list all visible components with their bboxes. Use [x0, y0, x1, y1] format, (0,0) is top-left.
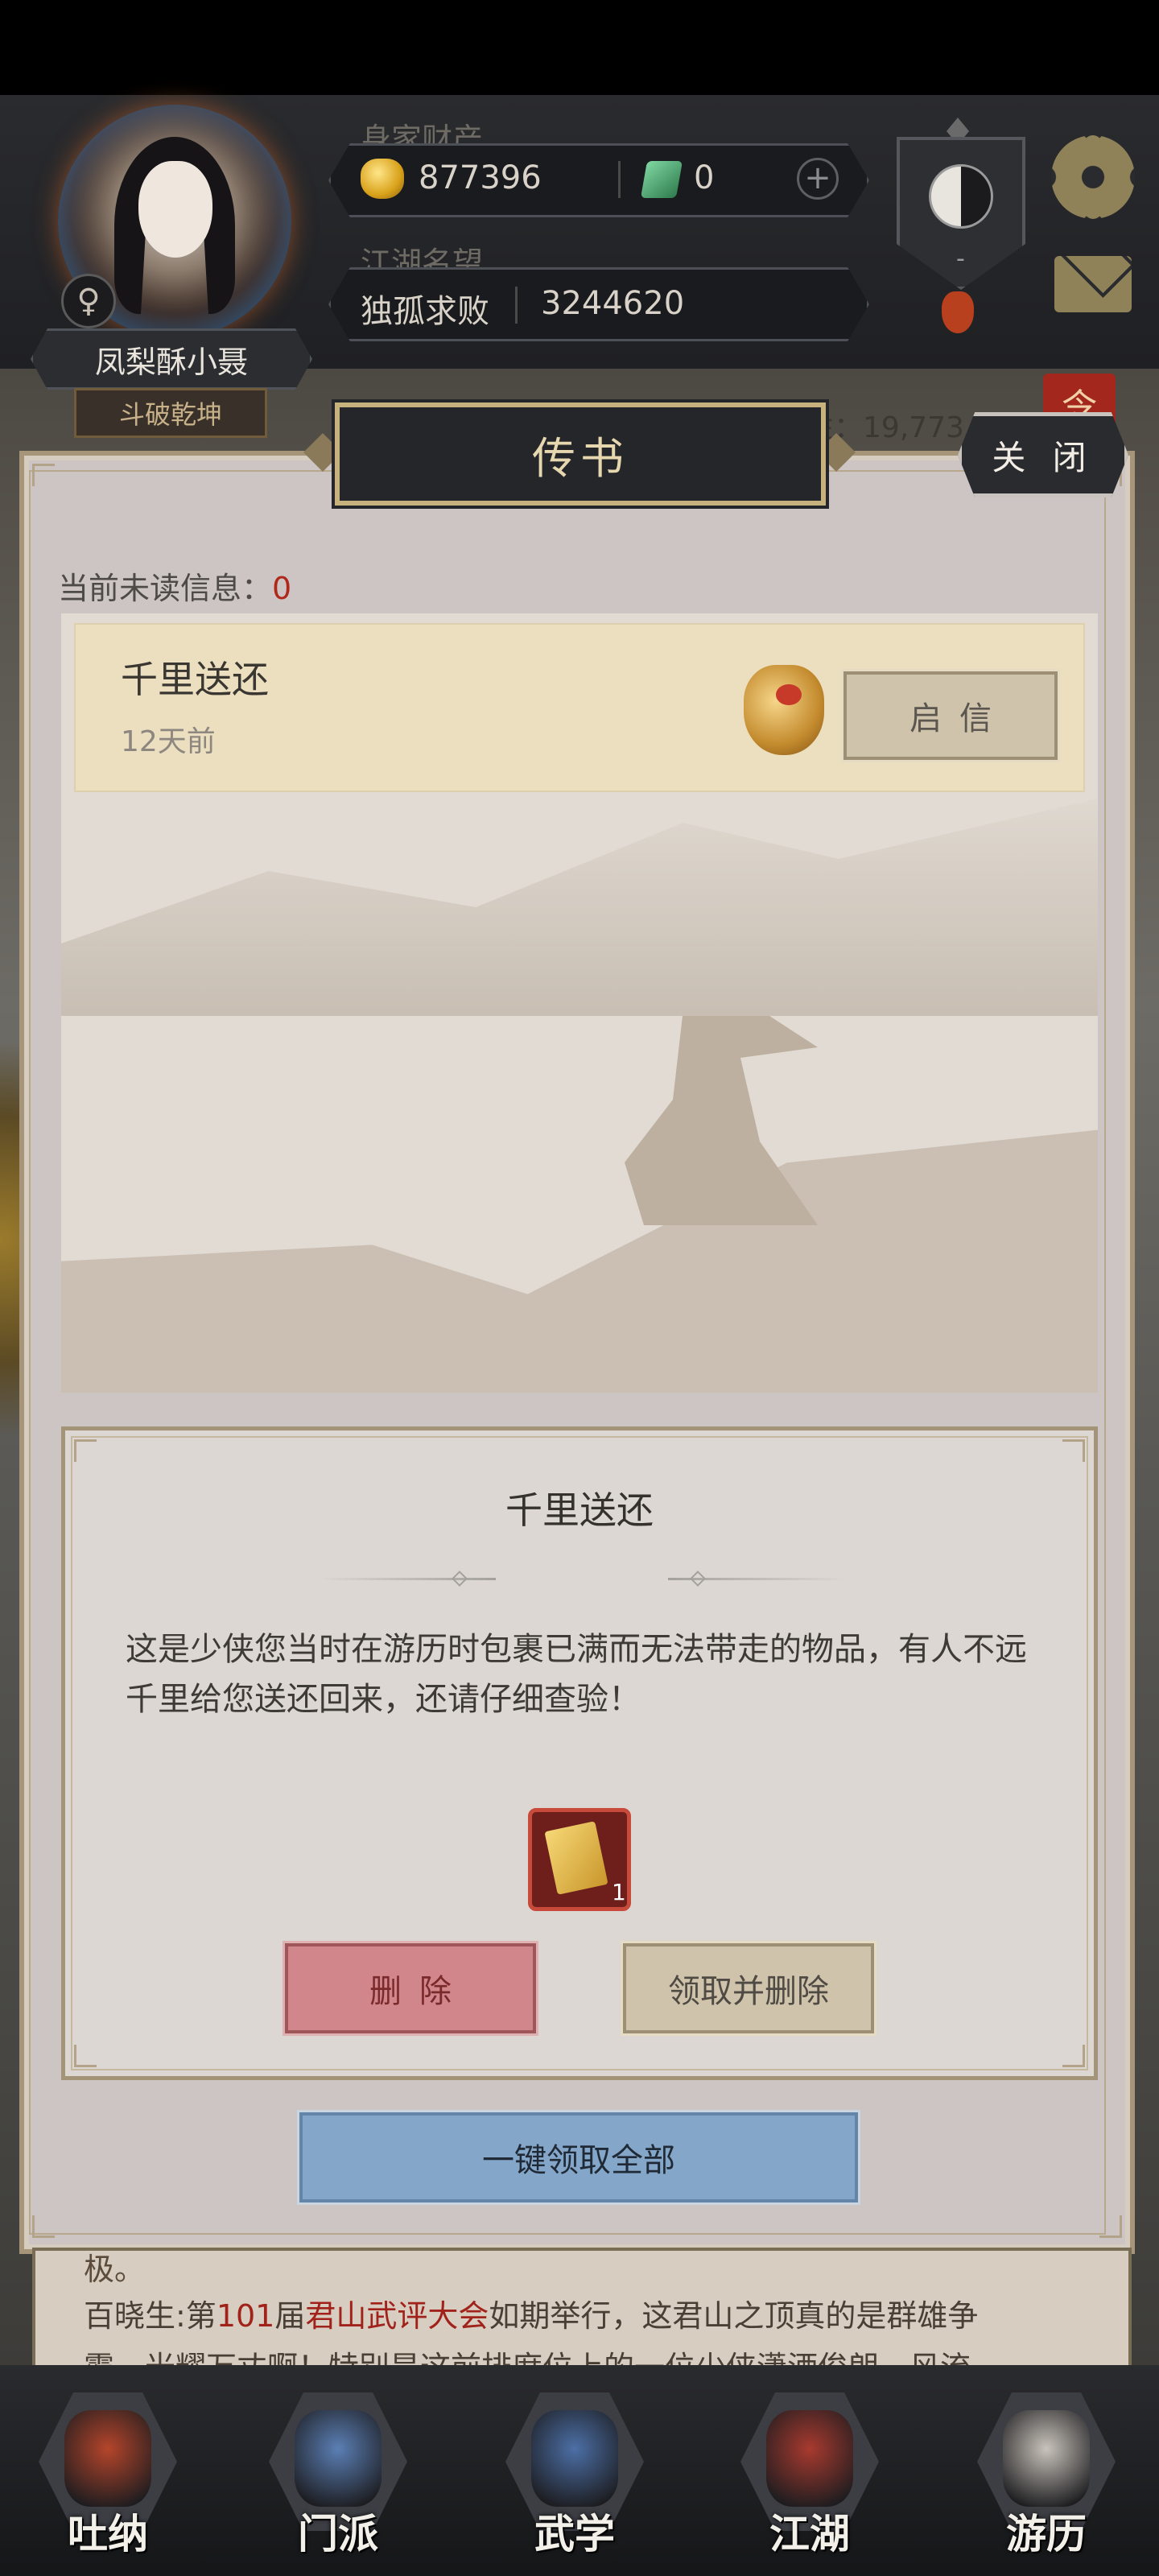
chat-session-number: 101 [216, 2298, 275, 2334]
chat-speaker: 百晓生:第 [84, 2298, 217, 2334]
delete-button[interactable]: 删除 [283, 1941, 538, 2036]
nav-label: 武学 [534, 2511, 615, 2557]
corner-ornament [1062, 2045, 1085, 2067]
fame-title: 独孤求败 [361, 293, 489, 330]
avatar-mask [138, 161, 212, 258]
add-currency-button[interactable]: + [797, 158, 839, 200]
gold-amount: 877396 [419, 159, 542, 196]
corner-ornament [74, 2045, 97, 2067]
ink-cliff-background [61, 1129, 1098, 1393]
taiji-level: - [956, 245, 965, 273]
mail-item-title: 千里送还 [121, 658, 269, 701]
dialog-title-plate: 传书 [332, 399, 829, 509]
unread-count: 0 [272, 571, 292, 606]
reward-item-count: 1 [612, 1879, 626, 1905]
player-name: 凤梨酥小聂 [31, 328, 312, 390]
close-button[interactable]: 关 闭 [958, 412, 1128, 497]
open-letter-button[interactable]: 启信 [841, 669, 1060, 762]
claim-all-button[interactable]: 一键领取全部 [297, 2110, 860, 2205]
sect-banner-icon [295, 2410, 382, 2507]
settings-gear-icon[interactable] [1051, 135, 1135, 219]
nav-item-4[interactable]: 游历 [971, 2381, 1122, 2560]
divider [515, 287, 518, 324]
chat-event-name: 君山武评大会 [305, 2298, 489, 2334]
nav-item-0[interactable]: 吐纳 [32, 2381, 184, 2560]
gold-ingot-icon [361, 159, 404, 199]
claim-and-delete-button[interactable]: 领取并删除 [621, 1941, 876, 2036]
mail-item-time: 12天前 [121, 725, 216, 758]
straw-hat-icon [766, 2410, 853, 2507]
chat-message-continued: 霸，光耀万丈啊！特别是这前排席位上的一位少侠潇洒俊朗，风流 [84, 2343, 971, 2367]
chat-text: 如期举行，这君山之顶真的是群雄争 [489, 2298, 979, 2334]
corner-ornament [32, 2215, 55, 2238]
corner-ornament [1062, 1439, 1085, 1462]
reward-pouch-icon [744, 665, 824, 755]
corner-ornament [32, 464, 55, 486]
tassel-decoration [942, 291, 974, 333]
title-divider-right [668, 1578, 845, 1580]
letter-body: 这是少侠您当时在游历时包裹已满而无法带走的物品，有人不远千里给您送还回来，还请仔… [126, 1631, 1027, 1718]
dialog-title: 传书 [532, 432, 629, 484]
nav-label: 吐纳 [68, 2511, 148, 2557]
player-rank-title: 斗破乾坤 [74, 388, 267, 438]
chat-previous-line: 极。 [84, 2252, 146, 2287]
unread-label: 当前未读信息： [58, 571, 273, 606]
horse-icon [1003, 2410, 1090, 2507]
title-divider-left [319, 1578, 496, 1580]
mail-envelope-icon[interactable] [1054, 256, 1132, 312]
chat-message: 百晓生:第101届君山武评大会如期举行，这君山之顶真的是群雄争 [84, 2291, 978, 2335]
game-screen: ♀ 凤梨酥小聂 斗破乾坤 身家财产 877396 0 + 江湖名望 独孤求败 3… [0, 0, 1159, 2576]
fame-value: 3244620 [541, 285, 685, 322]
corner-ornament [74, 1439, 97, 1462]
jade-icon [640, 161, 683, 198]
jade-amount: 0 [694, 159, 715, 196]
chat-text: 届 [274, 2298, 306, 2334]
nav-label: 江湖 [769, 2511, 850, 2557]
nav-label: 游历 [1006, 2511, 1087, 2557]
nav-item-2[interactable]: 武学 [499, 2381, 650, 2560]
nav-item-3[interactable]: 江湖 [734, 2381, 885, 2560]
swordsman-silhouette [625, 1016, 818, 1225]
pouch-tie [776, 684, 802, 705]
ink-mountain-background [61, 799, 1098, 1016]
nav-item-1[interactable]: 门派 [262, 2381, 414, 2560]
female-gender-icon: ♀ [61, 274, 116, 328]
martial-books-icon [531, 2410, 618, 2507]
nav-label: 门派 [298, 2511, 378, 2557]
status-bar [0, 0, 1159, 95]
divider [618, 161, 621, 198]
unread-count-row: 当前未读信息：0 [58, 564, 291, 608]
yin-yang-icon [929, 164, 993, 229]
corner-ornament [1099, 2215, 1122, 2238]
meditate-icon [64, 2410, 151, 2507]
letter-title: 千里送还 [505, 1488, 654, 1532]
wealth-bar [328, 143, 869, 217]
